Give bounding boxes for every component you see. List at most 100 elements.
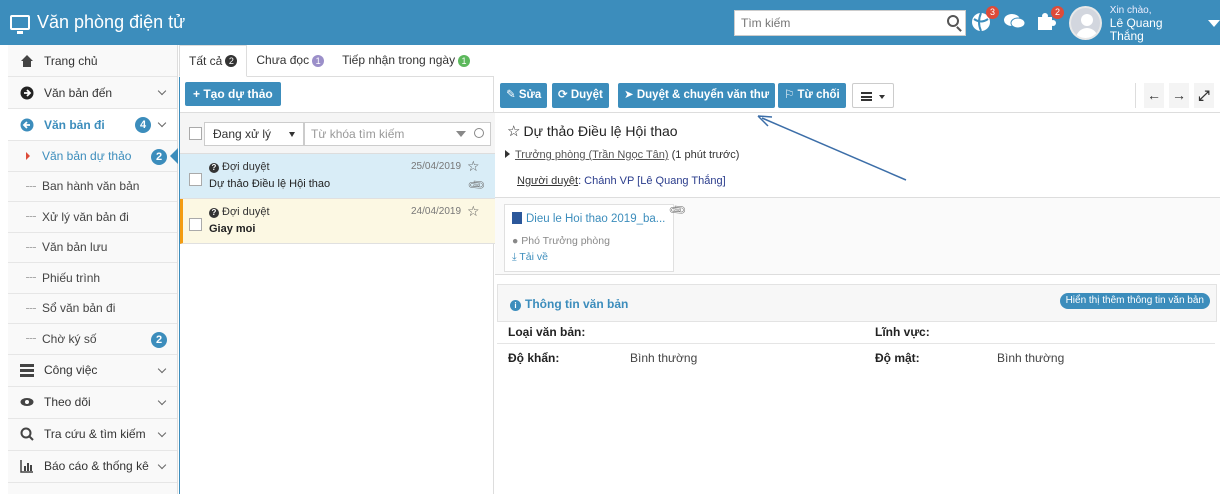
arrow-circle-right-icon <box>20 86 34 100</box>
star-icon[interactable]: ☆ <box>467 158 480 175</box>
sent-time: (1 phút trước) <box>671 149 740 161</box>
field-label: Lĩnh vực: <box>875 325 930 339</box>
caret-right-icon[interactable] <box>505 150 510 158</box>
sidebar-item-label: Văn bản dự thảo <box>42 148 132 163</box>
chevron-down-icon[interactable] <box>1208 19 1220 27</box>
tab-received-today[interactable]: Tiếp nhận trong ngày 1 <box>333 45 479 76</box>
monitor-icon <box>10 14 30 34</box>
approver-line: Người duyệt: Chánh VP [Lê Quang Thắng] <box>517 175 726 187</box>
user-menu[interactable]: Xin chào, Lê Quang Thắng <box>1069 4 1220 43</box>
tab-all[interactable]: Tất cả 2 <box>179 45 248 77</box>
prev-arrow-icon[interactable]: ← <box>1144 83 1164 108</box>
row-checkbox[interactable] <box>189 218 202 231</box>
search-icon[interactable] <box>474 128 484 138</box>
sidebar-item-watch[interactable]: Theo dõi <box>8 387 177 419</box>
attachment-card[interactable]: Dieu le Hoi thao 2019_ba... ● Phó Trưởng… <box>504 200 688 272</box>
paperclip-icon: 📎︎ <box>466 174 487 196</box>
sidebar-item-label: Báo cáo & thống kê <box>44 459 149 473</box>
puzzle-badge: 2 <box>1051 6 1064 19</box>
sidebar-item-label: Chờ ký số <box>42 331 97 346</box>
show-more-info-button[interactable]: Hiển thị thêm thông tin văn bản <box>1059 293 1210 309</box>
question-circle-icon: ? <box>209 163 219 173</box>
global-search <box>734 10 966 36</box>
expand-icon[interactable]: ⤢ <box>1194 83 1214 108</box>
eye-icon <box>20 395 34 409</box>
search-icon[interactable] <box>947 15 959 27</box>
sidebar-item-tasks[interactable]: Công việc <box>8 355 177 387</box>
sidebar-subitem-archive[interactable]: Văn bản lưu <box>8 233 177 263</box>
app-brand[interactable]: Văn phòng điện tử <box>10 9 185 35</box>
sidebar-item-home[interactable]: Trang chủ <box>8 45 177 77</box>
attachment-role: Phó Trưởng phòng <box>521 235 610 247</box>
sidebar-item-label: Phiếu trình <box>42 270 101 285</box>
search-input[interactable] <box>735 11 935 35</box>
list-item[interactable]: ? Đợi duyệt Giay moi 24/04/2019 ☆ <box>180 199 495 244</box>
sidebar-item-label: Văn bản đến <box>44 85 113 100</box>
home-icon <box>20 54 34 68</box>
question-circle-icon: ? <box>209 208 219 218</box>
doc-date: 24/04/2019 <box>411 206 462 217</box>
next-arrow-icon[interactable]: → <box>1169 83 1189 108</box>
row-checkbox[interactable] <box>189 173 202 186</box>
arrow-circle-left-icon <box>20 118 34 132</box>
star-icon[interactable]: ☆ <box>507 123 520 140</box>
current-marker-icon <box>26 151 30 160</box>
info-icon: i <box>510 300 521 311</box>
approve-forward-button[interactable]: ➤ Duyệt & chuyển văn thư <box>618 83 776 108</box>
sidebar-subitem-issue[interactable]: Ban hành văn bản <box>8 172 177 202</box>
sidebar-item-outgoing[interactable]: Văn bản đi 4 <box>8 109 177 141</box>
user-name: Lê Quang Thắng <box>1109 15 1163 43</box>
more-actions-dropdown[interactable] <box>852 83 894 108</box>
tab-unread[interactable]: Chưa đọc 1 <box>247 45 333 76</box>
approve-button[interactable]: ⟳ Duyệt <box>552 83 609 108</box>
count-badge: 2 <box>151 149 167 165</box>
edit-button[interactable]: ✎ Sửa <box>500 83 548 108</box>
sidebar-item-lookup[interactable]: Tra cứu & tìm kiếm <box>8 419 177 451</box>
chevron-down-icon[interactable] <box>157 396 167 405</box>
keyword-search-input[interactable]: Từ khóa tìm kiếm <box>304 122 491 146</box>
top-navbar: Văn phòng điện tử 3 2 Xin chào, Lê Quang… <box>0 0 1220 45</box>
document-tabs: Tất cả 2 Chưa đọc 1 Tiếp nhận trong ngày… <box>179 45 494 77</box>
chevron-down-icon[interactable] <box>157 364 167 373</box>
chevron-down-icon[interactable] <box>157 118 167 128</box>
sidebar-subitem-digital-sign[interactable]: Chờ ký số 2 <box>8 324 177 355</box>
sidebar-item-label: Theo dõi <box>44 395 91 409</box>
sidebar-subitem-drafts[interactable]: Văn bản dự thảo 2 <box>8 141 178 172</box>
sender-link[interactable]: Trưởng phòng (Trần Ngọc Tân) <box>515 149 669 161</box>
sender-line: Trưởng phòng (Trần Ngọc Tân) (1 phút trư… <box>505 149 739 161</box>
sidebar-subitem-submission[interactable]: Phiếu trình <box>8 263 177 294</box>
bar-chart-icon <box>20 459 34 473</box>
sidebar-subitem-process[interactable]: Xử lý văn bản đi <box>8 202 177 233</box>
urgency-value: Bình thường <box>630 351 698 365</box>
chevron-down-icon[interactable] <box>157 428 167 437</box>
chat-notification[interactable] <box>1003 10 1027 34</box>
doc-title: Dự thảo Điều lệ Hội thao <box>209 178 331 190</box>
globe-notification[interactable]: 3 <box>970 6 999 34</box>
caret-down-icon[interactable] <box>456 131 466 137</box>
list-item[interactable]: ? Đợi duyệt Dự thảo Điều lệ Hội thao 25/0… <box>180 154 495 199</box>
tasks-icon <box>20 363 34 377</box>
download-link[interactable]: ⤓ Tải về <box>512 251 548 264</box>
doc-date: 25/04/2019 <box>411 161 462 172</box>
chevron-down-icon[interactable] <box>157 86 167 96</box>
reject-button[interactable]: ⚐ Từ chối <box>778 83 846 108</box>
sidebar-item-label: Văn bản lưu <box>42 240 108 255</box>
user-greeting: Xin chào, <box>1109 4 1152 16</box>
sidebar-subitem-register[interactable]: Sổ văn bản đi <box>8 294 177 324</box>
count-badge: 4 <box>135 117 151 133</box>
sidebar-item-label: Ban hành văn bản <box>42 179 140 194</box>
annotation-arrow-icon <box>757 115 907 181</box>
status-filter-select[interactable]: Đang xử lý <box>204 122 304 146</box>
sidebar-item-incoming[interactable]: Văn bản đến <box>8 77 177 109</box>
plugin-notification[interactable]: 2 <box>1035 6 1064 34</box>
chevron-down-icon[interactable] <box>157 460 167 469</box>
urgency-label: Độ khẩn: <box>508 351 560 365</box>
sidebar-item-reports[interactable]: Báo cáo & thống kê <box>8 451 177 483</box>
tab-count-badge: 1 <box>312 54 325 67</box>
doc-title: Giay moi <box>209 223 256 235</box>
active-pointer <box>170 148 178 164</box>
star-icon[interactable]: ☆ <box>467 203 480 220</box>
create-draft-button[interactable]: + Tạo dự thảo <box>185 82 281 106</box>
select-all-checkbox[interactable] <box>189 127 202 140</box>
list-filter-bar: Đang xử lý Từ khóa tìm kiếm <box>180 112 495 154</box>
